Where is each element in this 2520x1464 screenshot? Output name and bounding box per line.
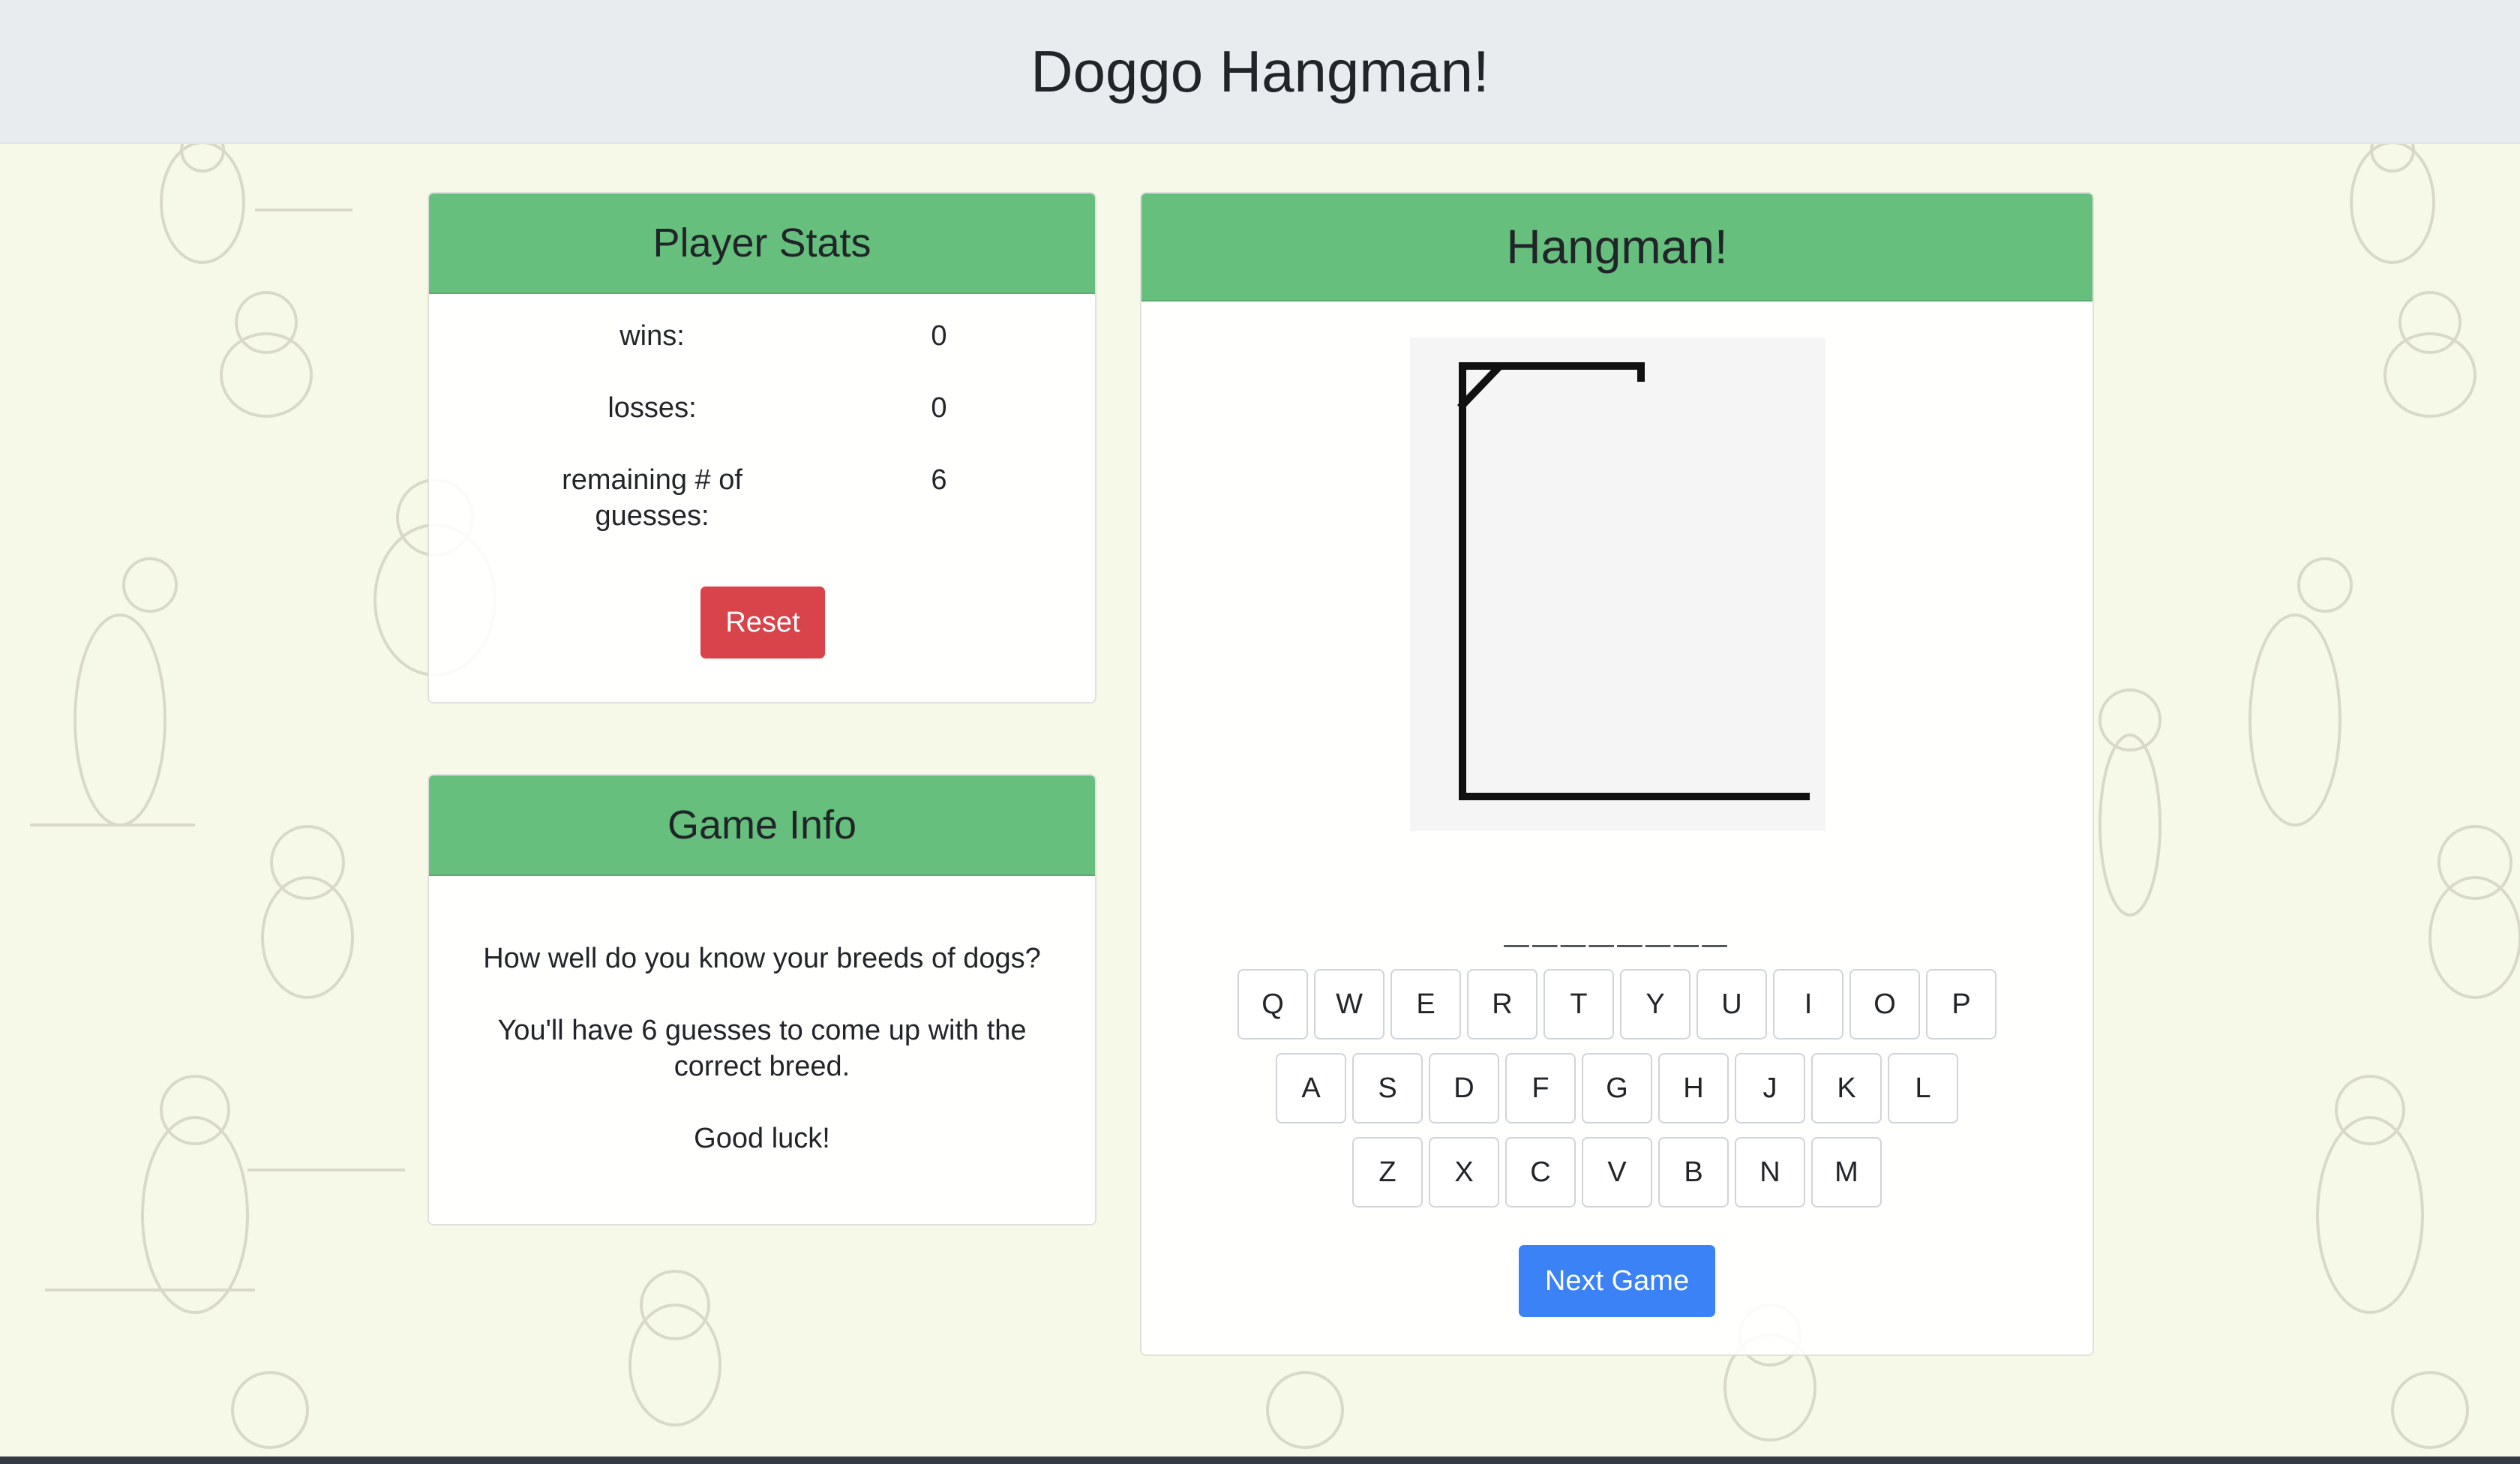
letter-key-p[interactable]: P [1926,969,1996,1040]
letter-key-t[interactable]: T [1544,969,1614,1040]
letter-key-o[interactable]: O [1850,969,1920,1040]
dog-sketch-right-greyhound-icon [2248,557,2353,826]
reset-button[interactable]: Reset [700,586,825,658]
letter-key-s[interactable]: S [1352,1053,1423,1124]
letter-key-b[interactable]: B [1658,1137,1729,1208]
hangman-card: Hangman! ________ QWERTYUIOP ASDFGHJKL Z… [1140,192,2094,1356]
dog-sketch-dalmatian-icon [160,128,352,264]
letter-key-i[interactable]: I [1773,969,1844,1040]
dog-sketch-dachshund-icon [220,291,313,418]
hangman-drawing [1410,338,1826,831]
letter-key-j[interactable]: J [1735,1053,1805,1124]
keyboard-row-1: QWERTYUIOP [1142,969,2092,1040]
losses-label: losses: [608,392,697,424]
remaining-label-line2: guesses: [595,500,710,532]
letter-key-v[interactable]: V [1582,1137,1652,1208]
dog-sketch-right-pug-icon [2428,825,2520,999]
dog-sketch-great-dane-icon [2098,688,2162,916]
game-info-question: How well do you know your breeds of dogs… [483,943,1041,974]
letter-key-c[interactable]: C [1505,1137,1576,1208]
hangman-title: Hangman! [1506,220,1728,274]
player-stats-card: Player Stats wins: 0 losses: 0 remaining… [428,192,1096,704]
dog-sketch-dalmatian-2-icon [45,1075,405,1314]
game-info-guesses-line1: You'll have 6 guesses to come up with th… [497,1015,1027,1046]
game-info-good-luck: Good luck! [694,1123,830,1154]
gallows-icon [1456,362,1810,800]
letter-key-g[interactable]: G [1582,1053,1652,1124]
letter-key-y[interactable]: Y [1620,969,1690,1040]
page-footer-bar [0,1456,2520,1464]
word-display: ________ [1504,898,1730,947]
wins-value: 0 [931,320,947,352]
dog-sketch-bottom-dachshund-icon [231,1371,2469,1449]
dog-sketch-right-dalmatian-2-icon [2316,1075,2424,1314]
wins-label: wins: [620,320,685,352]
letter-key-u[interactable]: U [1696,969,1767,1040]
letter-key-r[interactable]: R [1467,969,1538,1040]
game-info-title: Game Info [667,802,857,848]
remaining-label-line1: remaining # of [562,464,742,496]
page: Doggo Hangman! Player Stats wins: 0 loss… [0,0,2520,1464]
letter-key-x[interactable]: X [1429,1137,1499,1208]
keyboard-row-2: ASDFGHJKL [1142,1053,2092,1124]
remaining-guesses-label: remaining # of guesses: [496,462,808,534]
letter-key-d[interactable]: D [1429,1053,1499,1124]
player-stats-header: Player Stats [429,194,1095,294]
dog-sketch-pug-icon [261,825,354,999]
keyboard-row-3: ZXCVBNM [1142,1137,2092,1208]
game-info-card: Game Info How well do you know your bree… [428,774,1096,1226]
letter-key-m[interactable]: M [1811,1137,1882,1208]
letter-key-z[interactable]: Z [1352,1137,1423,1208]
letter-key-k[interactable]: K [1811,1053,1882,1124]
page-header: Doggo Hangman! [0,0,2520,144]
hangman-header: Hangman! [1142,194,2092,302]
letter-key-w[interactable]: W [1314,969,1384,1040]
letter-key-q[interactable]: Q [1238,969,1308,1040]
dog-sketch-greyhound-icon [30,557,195,826]
game-info-guesses: You'll have 6 guesses to come up with th… [459,1012,1065,1084]
game-info-header: Game Info [429,776,1095,876]
dog-sketch-right-dalmatian-icon [2350,128,2435,264]
letter-key-h[interactable]: H [1658,1053,1729,1124]
letter-key-a[interactable]: A [1276,1053,1346,1124]
game-info-guesses-line2: correct breed. [674,1051,850,1082]
losses-value: 0 [931,392,947,424]
page-title: Doggo Hangman! [1030,38,1490,104]
dog-sketch-right-dachshund-icon [2384,291,2476,418]
letter-key-l[interactable]: L [1888,1053,1958,1124]
next-game-button[interactable]: Next Game [1519,1245,1715,1317]
letter-key-e[interactable]: E [1390,969,1461,1040]
letter-key-n[interactable]: N [1735,1137,1805,1208]
dog-sketch-terrier-icon [628,1270,722,1426]
player-stats-title: Player Stats [652,220,872,266]
letter-key-f[interactable]: F [1505,1053,1576,1124]
remaining-guesses-value: 6 [931,464,947,496]
